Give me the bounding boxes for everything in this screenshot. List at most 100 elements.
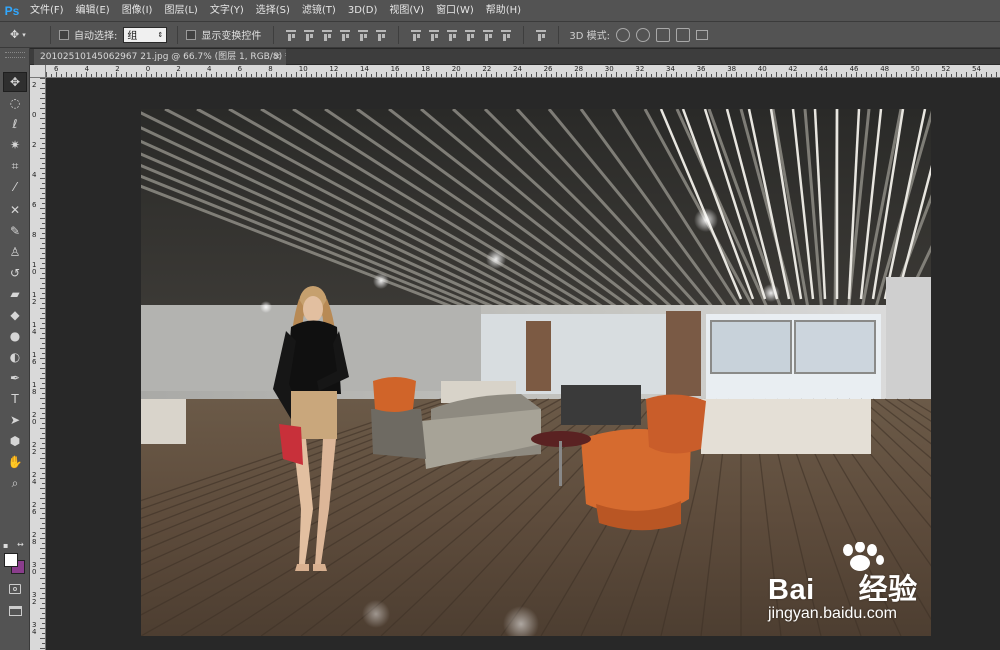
- default-colors-icon[interactable]: ▪: [3, 541, 12, 550]
- move-tool-icon[interactable]: ✥: [3, 72, 27, 92]
- photoshop-window: Ps 文件(F) 编辑(E) 图像(I) 图层(L) 文字(Y) 选择(S) 滤镜(T) 3D…: [0, 0, 1000, 650]
- ruler-tick: [851, 74, 852, 77]
- vertical-ruler[interactable]: 2 0 2 4 6 8 10 12 14 16 18 20 22 24 26 28 30 32 34: [30, 78, 46, 650]
- menu-item[interactable]: 文件(F): [24, 0, 70, 22]
- 3d-rotate-icon[interactable]: [616, 27, 630, 42]
- ruler-tick: [42, 143, 45, 144]
- 3d-pan-icon[interactable]: [656, 27, 670, 42]
- menu-item[interactable]: 帮助(H): [480, 0, 527, 22]
- distribute-3-icon[interactable]: [445, 28, 459, 42]
- ruler-label: 34: [32, 621, 37, 636]
- menu-item[interactable]: 编辑(E): [70, 0, 116, 22]
- screen-mode-icon[interactable]: [3, 604, 27, 618]
- ruler-tick: [42, 293, 45, 294]
- divider: [273, 25, 275, 44]
- document-canvas[interactable]: [141, 109, 931, 636]
- ruler-label: 32: [32, 591, 37, 606]
- paint-bucket-tool-icon[interactable]: ◆: [3, 305, 27, 325]
- canvas-area[interactable]: Bai 经验 jingyan.baidu.com: [46, 78, 1000, 650]
- menu-item[interactable]: 图像(I): [116, 0, 159, 22]
- eyedropper-tool-icon[interactable]: ⁄: [3, 177, 27, 197]
- ruler-tick: [96, 72, 97, 77]
- ruler-tick: [716, 72, 717, 77]
- ruler-tick: [42, 93, 45, 94]
- menu-item[interactable]: 3D(D): [342, 0, 384, 22]
- magic-wand-tool-icon[interactable]: ✷: [3, 135, 27, 155]
- type-tool-icon[interactable]: T: [3, 389, 27, 409]
- history-brush-tool-icon[interactable]: ↺: [3, 263, 27, 283]
- ruler-origin[interactable]: [30, 65, 46, 78]
- eraser-tool-icon[interactable]: ▰: [3, 284, 27, 304]
- ruler-tick: [66, 72, 67, 77]
- distribute-6-icon[interactable]: [499, 28, 513, 42]
- shape-tool-icon[interactable]: ⬢: [3, 431, 27, 451]
- ruler-tick: [626, 72, 627, 77]
- clone-stamp-tool-icon[interactable]: ♙: [3, 242, 27, 262]
- ruler-tick: [61, 74, 62, 77]
- align-6-icon[interactable]: [374, 28, 388, 42]
- distribute-5-icon[interactable]: [481, 28, 495, 42]
- menu-item[interactable]: 图层(L): [158, 0, 203, 22]
- ruler-tick: [42, 523, 45, 524]
- lasso-tool-icon[interactable]: ℓ: [3, 114, 27, 134]
- healing-brush-tool-icon[interactable]: ✕: [3, 200, 27, 220]
- menu-item[interactable]: 文字(Y): [204, 0, 250, 22]
- ruler-tick: [42, 83, 45, 84]
- swap-colors-icon[interactable]: ↔: [17, 540, 24, 549]
- align-2-icon[interactable]: [302, 28, 316, 42]
- hand-tool-icon[interactable]: ✋: [3, 452, 27, 472]
- auto-select-checkbox[interactable]: [59, 29, 69, 40]
- distribute-1-icon[interactable]: [409, 28, 423, 42]
- ruler-tick: [40, 478, 45, 479]
- ruler-tick: [431, 74, 432, 77]
- align-1-icon[interactable]: [284, 28, 298, 42]
- ruler-tick: [281, 74, 282, 77]
- ruler-label: 26: [543, 65, 553, 73]
- ruler-tick: [951, 74, 952, 77]
- toolbox-grip[interactable]: [5, 52, 25, 58]
- auto-select-dropdown[interactable]: 组 ⇕: [123, 26, 168, 43]
- 3d-roll-icon[interactable]: [636, 27, 650, 42]
- 3d-slide-icon[interactable]: [676, 27, 690, 42]
- tool-preset-picker[interactable]: ✥ ▾: [0, 28, 46, 41]
- menu-item[interactable]: 滤镜(T): [296, 0, 342, 22]
- ruler-tick: [126, 72, 127, 77]
- align-4-icon[interactable]: [338, 28, 352, 42]
- close-icon[interactable]: ×: [273, 49, 281, 65]
- distribute-4-icon[interactable]: [463, 28, 477, 42]
- pen-tool-icon[interactable]: ✒: [3, 368, 27, 388]
- ruler-tick: [91, 74, 92, 77]
- blur-tool-icon[interactable]: ●: [3, 326, 27, 346]
- ruler-tick: [40, 438, 45, 439]
- auto-align-1-icon[interactable]: [534, 28, 548, 42]
- ruler-tick: [166, 72, 167, 77]
- menu-item[interactable]: 窗口(W): [430, 0, 480, 22]
- path-selection-tool-icon[interactable]: ➤: [3, 410, 27, 430]
- document-tab[interactable]: 20102510145062967 21.jpg @ 66.7% (图层 1, …: [34, 49, 286, 65]
- crop-tool-icon[interactable]: ⌗: [3, 156, 27, 176]
- 3d-scale-icon[interactable]: [696, 29, 708, 40]
- menu-item[interactable]: 视图(V): [383, 0, 430, 22]
- marquee-tool-icon[interactable]: ◌: [3, 93, 27, 113]
- ruler-tick: [42, 643, 45, 644]
- menu-item[interactable]: 选择(S): [250, 0, 296, 22]
- align-3-icon[interactable]: [320, 28, 334, 42]
- ruler-label: 12: [32, 291, 37, 306]
- ruler-label: 34: [666, 65, 675, 73]
- dodge-tool-icon[interactable]: ◐: [3, 347, 27, 367]
- align-buttons: [284, 28, 388, 42]
- ruler-tick: [846, 72, 847, 77]
- ruler-tick: [521, 74, 522, 77]
- brush-tool-icon[interactable]: ✎: [3, 221, 27, 241]
- show-transform-checkbox[interactable]: [186, 29, 197, 40]
- menu-bar: Ps 文件(F) 编辑(E) 图像(I) 图层(L) 文字(Y) 选择(S) 滤镜(T) 3D…: [0, 0, 1000, 22]
- ruler-label: 4: [207, 65, 212, 73]
- chevron-down-icon: ▾: [22, 30, 26, 39]
- align-5-icon[interactable]: [356, 28, 370, 42]
- distribute-2-icon[interactable]: [427, 28, 441, 42]
- horizontal-ruler[interactable]: 6 4 2 0 2 4 6 8 10 12 14 16 18 20 22 24 26 28 30 32 34 36 38 40…: [46, 65, 1000, 78]
- zoom-tool-icon[interactable]: ⌕: [3, 473, 27, 493]
- divider: [398, 25, 400, 44]
- foreground-color-swatch[interactable]: [4, 553, 18, 567]
- quick-mask-icon[interactable]: [3, 582, 27, 596]
